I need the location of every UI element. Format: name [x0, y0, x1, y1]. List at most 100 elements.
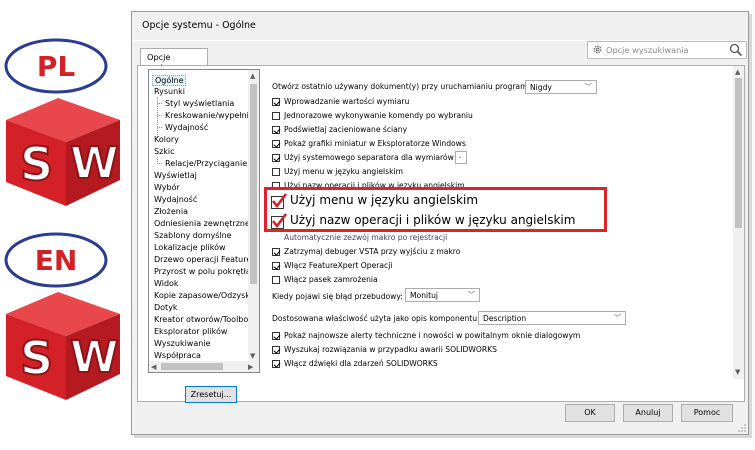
- help-button[interactable]: Pomoc: [681, 404, 733, 422]
- option-freeze-bar: Włącz pasek zamrożenia: [284, 275, 378, 284]
- checkbox-vsta-debugger[interactable]: [272, 248, 280, 256]
- tree-item-general[interactable]: Ogólne: [152, 75, 187, 86]
- rebuild-error-value: Monituj: [410, 291, 439, 300]
- open-recent-value: Nigdy: [530, 83, 552, 92]
- scroll-up-icon[interactable]: ▲: [250, 72, 255, 80]
- custom-property-label: Dostosowana właściwość użyta jako opis k…: [272, 314, 480, 323]
- tree-item-assemblies[interactable]: Złożenia: [154, 207, 188, 216]
- tree-item-search[interactable]: Wyszukiwanie: [154, 339, 210, 348]
- gear-icon: [593, 45, 602, 54]
- tree-item-display[interactable]: Wyświetlaj: [154, 171, 197, 180]
- tree-item-drawings[interactable]: Rysunki: [154, 87, 185, 96]
- checkbox-single-command[interactable]: [272, 112, 280, 120]
- tree-item-performance[interactable]: Wydajność: [154, 195, 197, 204]
- tree-connector: [157, 163, 162, 164]
- tree-item-spin-box[interactable]: Przyrost w polu pokrętła: [154, 267, 249, 276]
- solidworks-pl-logo: S W PL: [4, 38, 120, 206]
- callout-checkbox-english-menus: [271, 193, 288, 209]
- chevron-down-icon: ﹀: [614, 314, 621, 322]
- option-event-sounds: Włącz dźwięki dla zdarzeń SOLIDWORKS: [284, 359, 438, 368]
- checkbox-dimension-input[interactable]: [272, 98, 280, 106]
- tree-item-sketch[interactable]: Szkic: [154, 147, 175, 156]
- tree-item-file-explorer[interactable]: Eksplorator plików: [154, 327, 227, 336]
- options-panel: Ogólne Rysunki Styl wyświetlania Kreskow…: [137, 65, 745, 403]
- scroll-down-icon[interactable]: ▼: [735, 368, 740, 376]
- tree-horizontal-scrollbar[interactable]: ◀ ▶: [149, 361, 259, 372]
- chevron-down-icon: ﹀: [468, 291, 475, 299]
- custom-property-select[interactable]: Description ﹀: [478, 311, 626, 325]
- checkbox-system-separator[interactable]: [272, 154, 280, 162]
- checkbox-crash-solutions[interactable]: [272, 346, 280, 354]
- tree-item-default-templates[interactable]: Szablony domyślne: [154, 231, 232, 240]
- cancel-button[interactable]: Anuluj: [623, 404, 673, 422]
- options-vertical-scrollbar[interactable]: ▲ ▼: [733, 66, 744, 379]
- tree-scroll-thumb[interactable]: [250, 84, 257, 284]
- scroll-down-icon[interactable]: ▼: [250, 352, 255, 360]
- checkbox-freeze-bar[interactable]: [272, 276, 280, 284]
- tree-item-drawings-performance[interactable]: Wydajność: [165, 123, 208, 132]
- tree-item-file-locations[interactable]: Lokalizacje plików: [154, 243, 226, 252]
- tree-item-display-style[interactable]: Styl wyświetlania: [165, 99, 234, 108]
- logo-letter-s: S: [20, 137, 53, 191]
- open-recent-label: Otwórz ostatnio używany dokument(y) przy…: [272, 82, 535, 91]
- tree-item-relations-snaps[interactable]: Relacje/Przyciąganie: [165, 159, 247, 168]
- tree-item-collaboration[interactable]: Współpraca: [154, 351, 201, 360]
- option-featurexpert: Włącz FeatureXpert Operacji: [284, 261, 393, 270]
- search-options-input[interactable]: Opcje wyszukiwania: [587, 41, 747, 59]
- tree-connector: [157, 115, 162, 116]
- options-tree: Ogólne Rysunki Styl wyświetlania Kreskow…: [148, 69, 260, 373]
- option-single-command: Jednorazowe wykonywanie komendy po wybra…: [284, 111, 473, 120]
- tree-item-external-references[interactable]: Odniesienia zewnętrzne: [154, 219, 249, 228]
- resize-grip-icon[interactable]: [738, 424, 746, 432]
- check-icon: [271, 193, 288, 209]
- highlight-callout: Użyj menu w języku angielskim Użyj nazw …: [264, 187, 607, 232]
- open-recent-select[interactable]: Nigdy ﹀: [525, 80, 597, 94]
- tree-hscroll-thumb[interactable]: [161, 363, 223, 370]
- callout-english-names: Użyj nazw operacji i plików w języku ang…: [290, 213, 576, 227]
- chevron-down-icon: ﹀: [585, 83, 592, 91]
- tree-item-touch[interactable]: Dotyk: [154, 303, 178, 312]
- rebuild-error-select[interactable]: Monituj ﹀: [405, 288, 480, 302]
- tab-system-options[interactable]: Opcje systemu: [140, 48, 208, 72]
- checkbox-featurexpert[interactable]: [272, 262, 280, 270]
- option-tech-alerts: Pokaż najnowsze alerty techniczne i nowo…: [284, 331, 581, 340]
- checkbox-english-menus[interactable]: [272, 168, 280, 176]
- scroll-up-icon[interactable]: ▲: [735, 68, 740, 76]
- logo-letter-w: W: [70, 332, 119, 383]
- check-icon: [271, 213, 288, 229]
- option-partially-hidden: Automatycznie zezwój makro po rejestracj…: [284, 233, 448, 242]
- callout-checkbox-english-names: [271, 213, 288, 229]
- option-dimension-input: Wprowadzanie wartości wymiaru: [284, 97, 410, 106]
- dialog-title: Opcje systemu - Ogólne: [142, 20, 256, 31]
- ok-button[interactable]: OK: [565, 404, 615, 422]
- logo-letter-w: W: [70, 138, 119, 189]
- reset-button[interactable]: Zresetuj...: [185, 386, 237, 403]
- tree-item-backup-recover[interactable]: Kopie zapasowe/Odzyskaj: [154, 291, 249, 300]
- option-crash-solutions: Wyszukaj rozwiązania w przypadku awarii …: [284, 345, 497, 354]
- rebuild-error-label: Kiedy pojawi się błąd przebudowy:: [272, 292, 403, 301]
- search-icon[interactable]: [729, 43, 743, 57]
- tree-item-selection[interactable]: Wybór: [154, 183, 180, 192]
- options-scroll-thumb[interactable]: [735, 78, 742, 228]
- option-highlight-faces: Podświetlaj zacieniowane ściany: [284, 125, 408, 134]
- checkbox-tech-alerts[interactable]: [272, 332, 280, 340]
- tree-connector: [157, 103, 162, 104]
- callout-english-menus: Użyj menu w języku angielskim: [290, 193, 479, 207]
- tree-vertical-scrollbar[interactable]: ▲ ▼: [248, 70, 259, 362]
- search-placeholder: Opcje wyszukiwania: [606, 45, 689, 55]
- tree-item-hole-wizard[interactable]: Kreator otworów/Toolbox: [154, 315, 249, 324]
- tree-item-view[interactable]: Widok: [154, 279, 179, 288]
- tree-items: Ogólne Rysunki Styl wyświetlania Kreskow…: [149, 70, 249, 362]
- option-vsta-debugger: Zatrzymaj debuger VSTA przy wyjściu z ma…: [284, 247, 461, 256]
- checkbox-event-sounds[interactable]: [272, 360, 280, 368]
- checkbox-thumbnails[interactable]: [272, 140, 280, 148]
- checkbox-highlight-faces[interactable]: [272, 126, 280, 134]
- tree-item-featuremanager[interactable]: Drzewo operacji FeatureManager: [154, 255, 249, 264]
- scroll-left-icon[interactable]: ◀: [151, 363, 156, 371]
- tree-item-hatch-fill[interactable]: Kreskowanie/wypełnienie obszaru: [165, 111, 249, 120]
- option-system-separator: Użyj systemowego separatora dla wymiarów: [284, 153, 454, 162]
- tree-item-colors[interactable]: Kolory: [154, 135, 179, 144]
- scroll-right-icon[interactable]: ▶: [248, 363, 253, 371]
- separator-input[interactable]: .: [455, 151, 467, 164]
- logo-letter-s: S: [20, 331, 53, 385]
